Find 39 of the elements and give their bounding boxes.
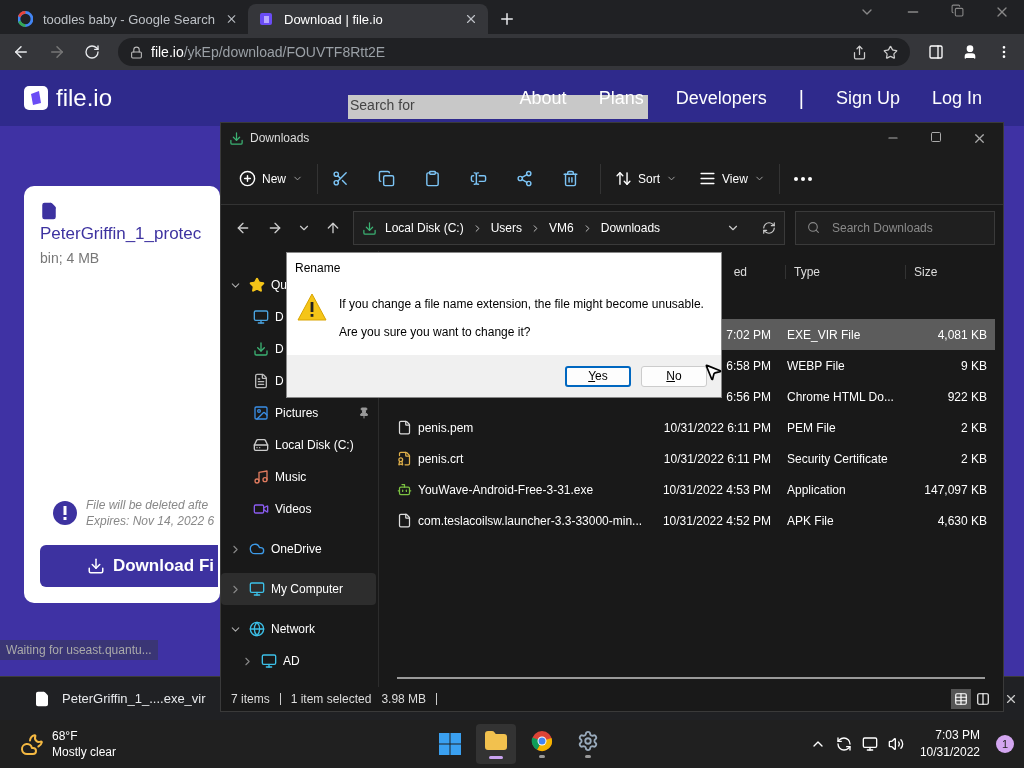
- size-cell-text: 9 KB: [960, 358, 988, 373]
- file-name: penis.pem: [418, 420, 474, 435]
- size-cell-text: 922 KB: [946, 389, 988, 404]
- url-text: file.io/ykEp/download/FOUVTF8Rtt2E: [151, 44, 386, 60]
- nav-divider: |: [798, 86, 804, 110]
- size-cell-text: 4,081 KB: [936, 327, 988, 342]
- type-cell-text: Chrome HTML Do...: [786, 389, 895, 404]
- date-cell: 10/31/2022 4:52 PM: [662, 513, 771, 528]
- file-name: com.teslacoilsw.launcher-3.3-33000-min...: [418, 513, 643, 528]
- type-cell-text: Security Certificate: [786, 451, 889, 466]
- dialog-title: Rename: [294, 260, 342, 277]
- size-cell-text: 2 KB: [960, 451, 988, 466]
- expiry-notice: File will be deleted afte Expires: Nov 14, 2022 6: [86, 497, 215, 529]
- size-cell-text: 2 KB: [960, 420, 988, 435]
- type-cell-text: PEM File: [786, 420, 837, 435]
- selection-count: 1 item selected: [290, 692, 372, 706]
- date-cell: 7:02 PM: [726, 327, 771, 342]
- date-cell: 6:58 PM: [726, 358, 771, 373]
- type-cell-text: Application: [786, 482, 847, 497]
- size-cell-text: 4,630 KB: [936, 513, 988, 528]
- date-cell: 10/31/2022 6:11 PM: [663, 451, 771, 466]
- logo-text: file.io: [56, 84, 113, 112]
- dialog-question: Are you sure you want to change it?: [339, 325, 532, 339]
- date-cell: 6:56 PM: [726, 389, 771, 404]
- file-name: YouWave-Android-Free-3-31.exe: [418, 482, 594, 497]
- type-cell-text: EXE_VIR File: [786, 327, 862, 342]
- dialog-message: If you change a file name extension, the file might become unusable.: [339, 297, 704, 311]
- file-meta: bin; 4 MB: [40, 250, 101, 266]
- file-name: penis.crt: [418, 451, 464, 466]
- file-name: PeterGriffin_1_protec: [40, 224, 203, 244]
- status-bubble: Waiting for useast.quantu...: [0, 640, 158, 660]
- type-cell-text: WEBP File: [786, 358, 846, 373]
- size-cell-text: 147,097 KB: [923, 482, 988, 497]
- date-cell: 10/31/2022 4:53 PM: [662, 482, 771, 497]
- date-cell: 10/31/2022 6:11 PM: [663, 420, 771, 435]
- type-cell-text: APK File: [786, 513, 835, 528]
- item-count: 7 items: [231, 692, 270, 706]
- window-title: Downloads: [250, 131, 310, 145]
- selection-size: 3.98 MB: [381, 692, 427, 706]
